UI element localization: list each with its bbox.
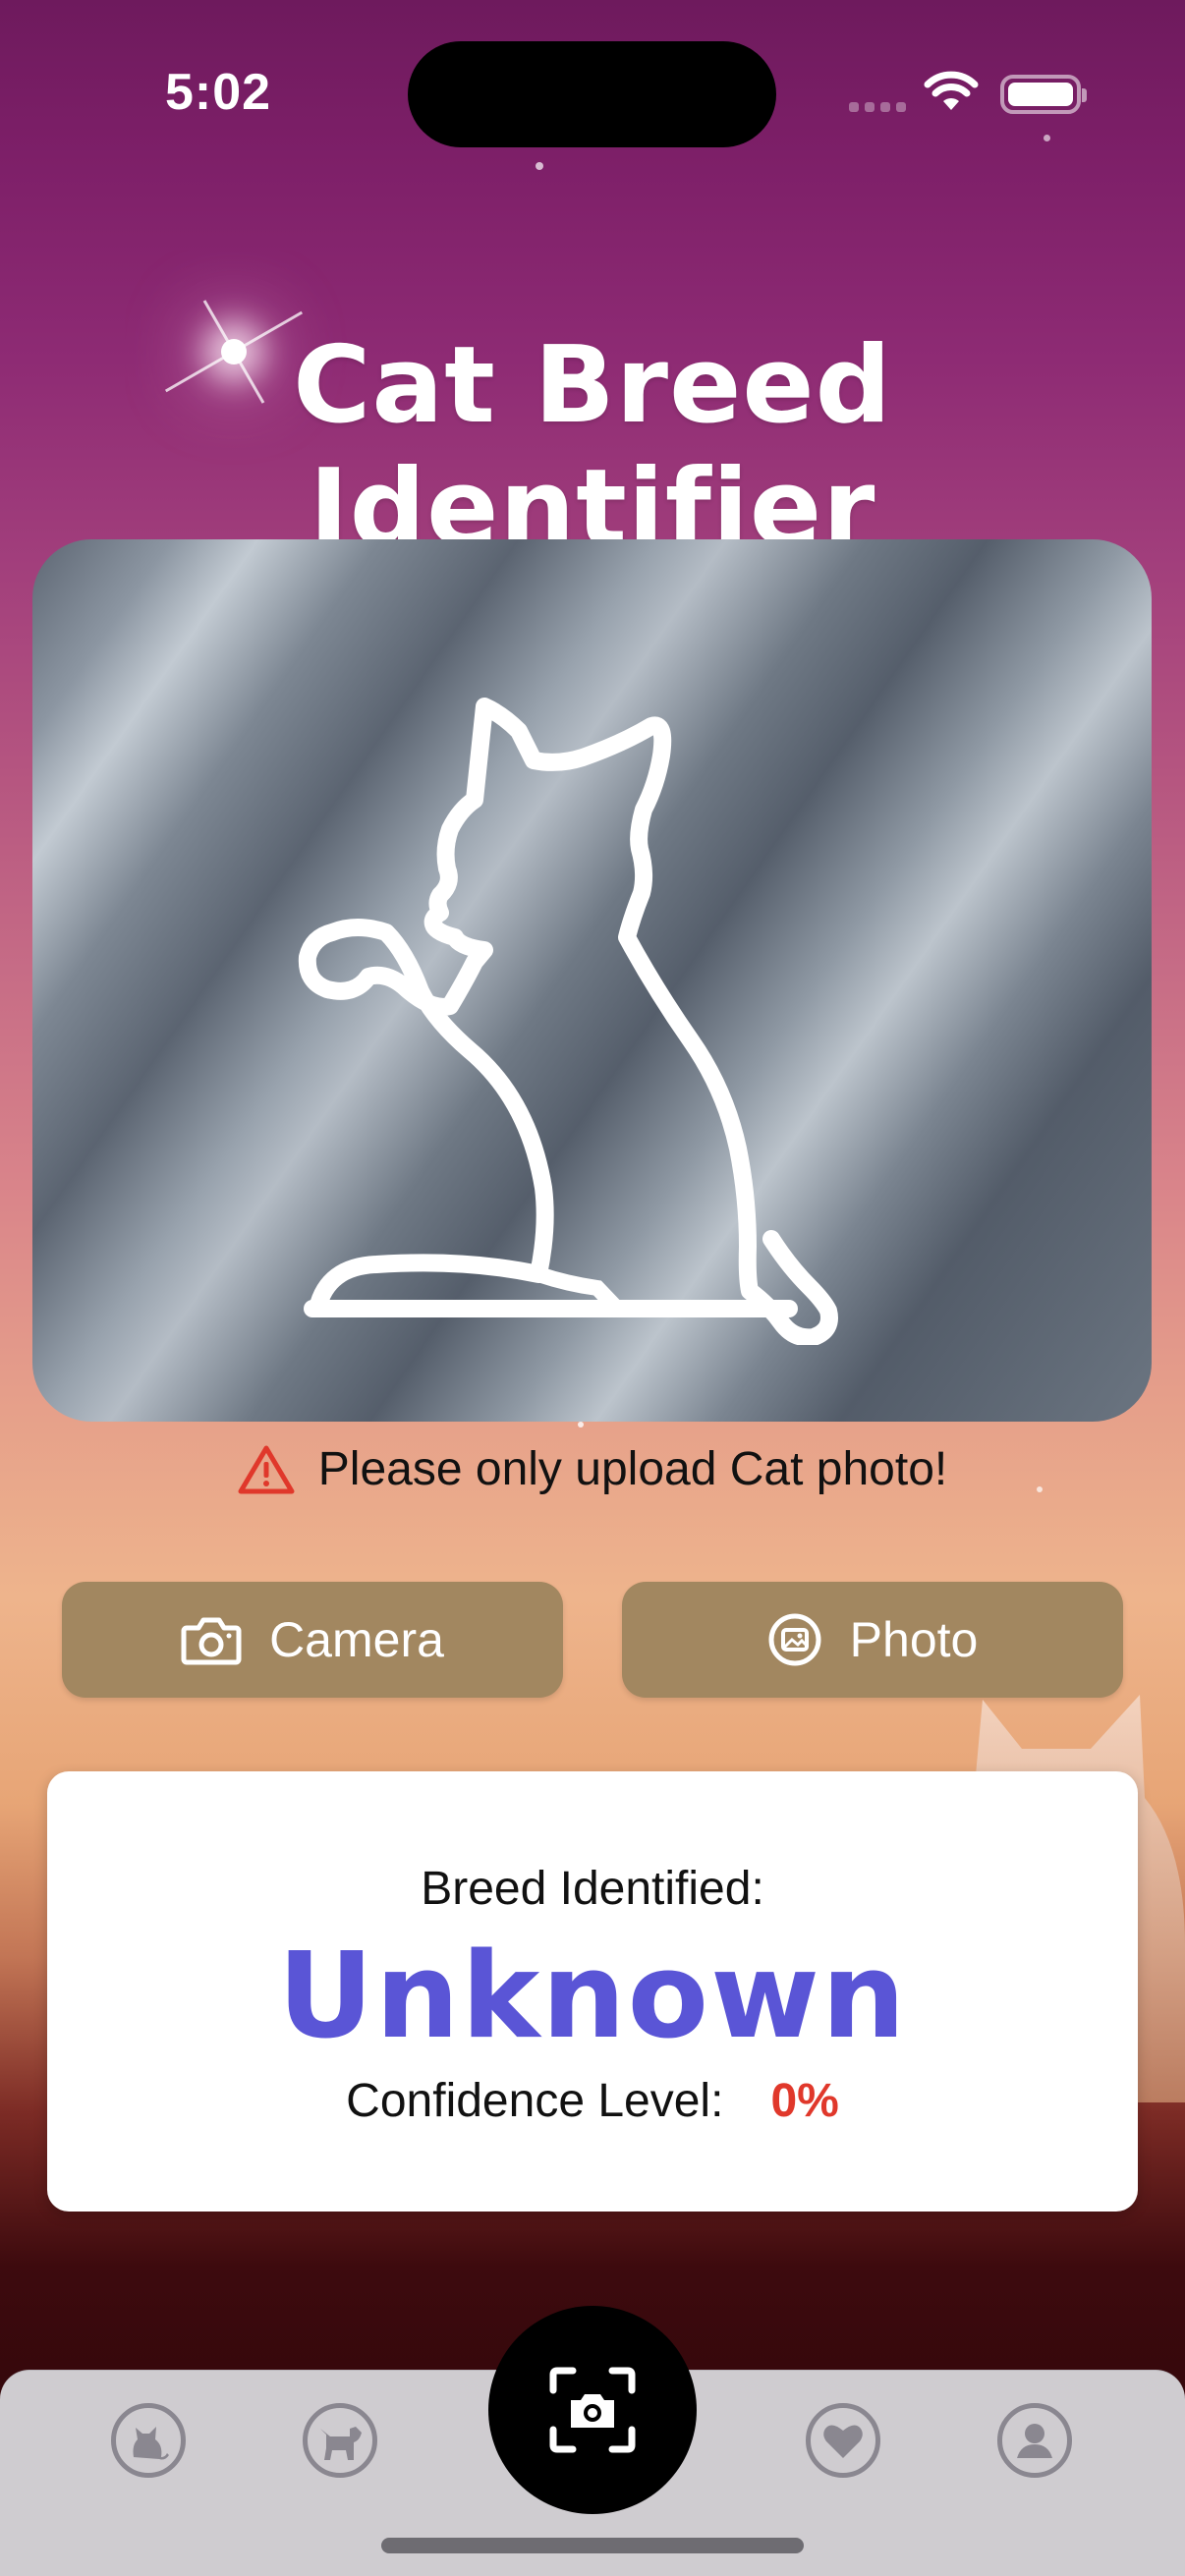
star-decoration	[578, 1422, 584, 1428]
photo-button-label: Photo	[849, 1612, 979, 1667]
confidence-value: 0%	[770, 2075, 839, 2127]
image-preview-area[interactable]	[32, 539, 1152, 1422]
scan-tab-button[interactable]	[488, 2306, 697, 2514]
photo-library-icon	[768, 1613, 821, 1666]
dog-icon	[320, 2427, 362, 2460]
breed-identified-label: Breed Identified:	[421, 1863, 764, 1915]
dynamic-island	[408, 41, 776, 147]
camera-icon	[181, 1617, 242, 1665]
heart-icon	[823, 2425, 863, 2458]
profile-icon	[1017, 2424, 1052, 2458]
photo-button[interactable]: Photo	[622, 1582, 1123, 1698]
app-title: Cat Breed Identifier	[293, 324, 892, 570]
cellular-signal-icon	[849, 102, 906, 112]
battery-icon	[1000, 75, 1087, 114]
cat-placeholder-icon	[298, 698, 838, 1345]
wifi-icon	[924, 71, 979, 119]
warning-text: Please only upload Cat photo!	[317, 1443, 948, 1495]
breed-value: Unknown	[277, 1929, 908, 2065]
confidence-label: Confidence Level:	[346, 2075, 724, 2127]
confidence-row: Confidence Level: 0%	[47, 2074, 1138, 2128]
star-decoration	[1044, 135, 1050, 141]
result-card: Breed Identified: Unknown Confidence Lev…	[47, 1771, 1138, 2212]
camera-button-label: Camera	[269, 1612, 444, 1667]
tab-profile[interactable]	[997, 2403, 1072, 2478]
scan-camera-icon	[549, 2367, 636, 2453]
upload-warning: Please only upload Cat photo!	[0, 1442, 1185, 1496]
camera-button[interactable]: Camera	[62, 1582, 563, 1698]
star-decoration	[536, 162, 543, 170]
warning-triangle-icon	[238, 1445, 295, 1493]
tab-dog[interactable]	[303, 2403, 377, 2478]
tab-favorites[interactable]	[806, 2403, 880, 2478]
status-time: 5:02	[165, 64, 272, 121]
cat-icon	[133, 2427, 169, 2460]
tab-cat[interactable]	[111, 2403, 186, 2478]
home-indicator	[381, 2538, 804, 2553]
